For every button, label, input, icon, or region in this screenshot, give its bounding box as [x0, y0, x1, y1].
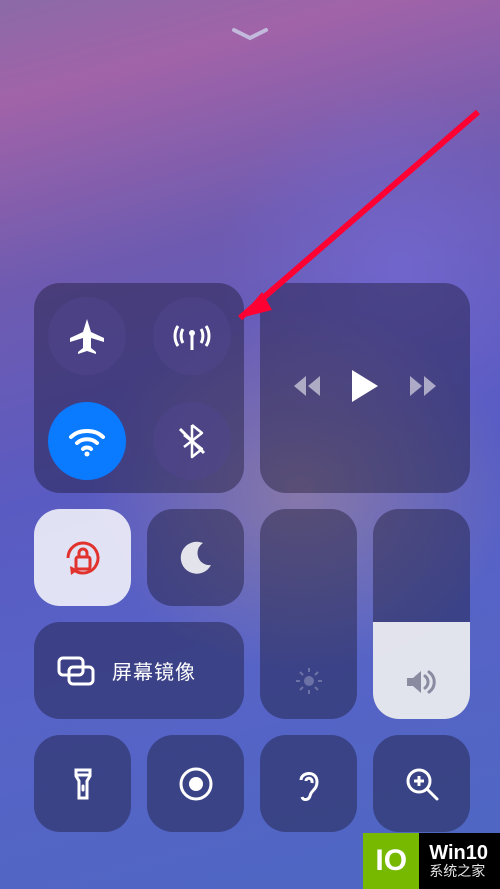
wifi-icon: [67, 421, 107, 461]
airplane-mode-toggle[interactable]: [48, 297, 126, 375]
volume-slider[interactable]: [373, 509, 470, 719]
brightness-slider[interactable]: [260, 509, 357, 719]
brightness-icon: [294, 666, 324, 701]
orientation-lock-icon: [60, 535, 106, 581]
bluetooth-toggle[interactable]: [153, 402, 231, 480]
screen-mirror-icon: [56, 655, 96, 687]
pull-down-handle[interactable]: [228, 24, 272, 44]
watermark-line2: 系统之家: [429, 864, 488, 879]
magnifier-button[interactable]: [373, 735, 470, 832]
hearing-button[interactable]: [260, 735, 357, 832]
rewind-button[interactable]: [292, 374, 320, 403]
watermark-line1: Win10: [429, 842, 488, 864]
screen-record-icon: [176, 764, 216, 804]
bluetooth-off-icon: [172, 421, 212, 461]
moon-icon: [173, 535, 219, 581]
connectivity-tile[interactable]: [34, 283, 244, 493]
magnifier-icon: [402, 764, 442, 804]
play-icon: [350, 368, 380, 404]
flashlight-icon: [63, 764, 103, 804]
control-center-grid: 屏幕镜像: [34, 283, 470, 832]
media-controls-tile[interactable]: [260, 283, 470, 493]
orientation-lock-toggle[interactable]: [34, 509, 131, 606]
forward-icon: [410, 374, 438, 398]
chevron-down-icon: [228, 24, 272, 44]
airplane-icon: [67, 316, 107, 356]
play-button[interactable]: [350, 368, 380, 409]
wifi-toggle[interactable]: [48, 402, 126, 480]
do-not-disturb-toggle[interactable]: [147, 509, 244, 606]
forward-button[interactable]: [410, 374, 438, 403]
cellular-data-toggle[interactable]: [153, 297, 231, 375]
screen-mirroring-button[interactable]: 屏幕镜像: [34, 622, 244, 719]
screen-mirroring-label: 屏幕镜像: [112, 656, 196, 685]
rewind-icon: [292, 374, 320, 398]
cellular-data-icon: [172, 316, 212, 356]
watermark: IO Win10 系统之家: [363, 833, 500, 889]
watermark-badge: IO: [363, 833, 419, 889]
volume-icon: [405, 668, 439, 701]
screen-record-button[interactable]: [147, 735, 244, 832]
flashlight-button[interactable]: [34, 735, 131, 832]
hearing-icon: [289, 764, 329, 804]
